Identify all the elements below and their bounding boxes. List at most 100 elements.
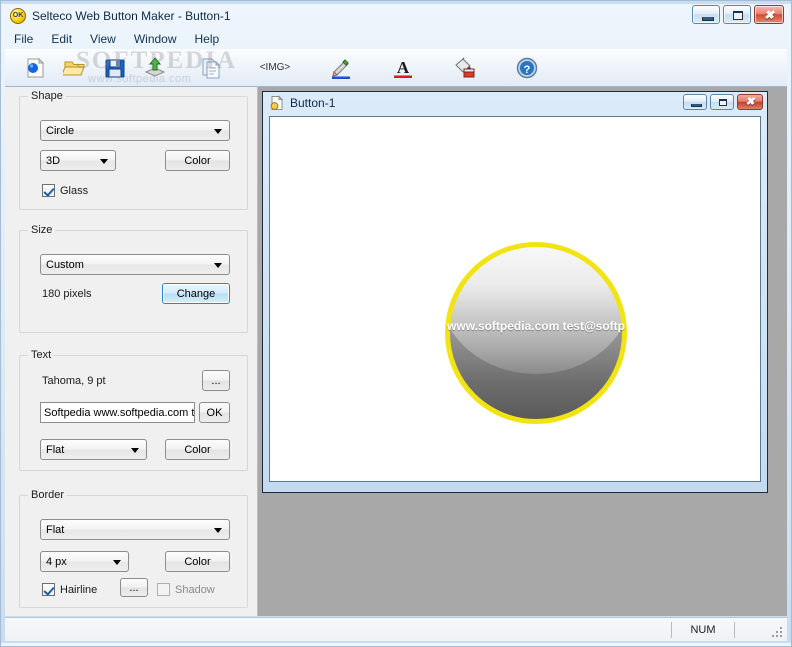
- shape-style-select[interactable]: 3D: [40, 150, 116, 171]
- chevron-down-icon: [113, 560, 121, 565]
- menu-bar: File Edit View Window Help: [5, 29, 787, 48]
- shape-style-value: 3D: [46, 154, 61, 167]
- text-font-button[interactable]: A: [383, 51, 423, 85]
- maximize-icon: [719, 99, 727, 106]
- text-style-select[interactable]: Flat: [40, 439, 147, 460]
- status-message: [5, 621, 671, 639]
- window-controls: ✖: [692, 5, 784, 24]
- size-preset-value: Custom: [46, 258, 84, 271]
- border-color-button[interactable]: Color: [165, 551, 230, 572]
- status-bar: NUM: [5, 617, 787, 641]
- mdi-maximize-button[interactable]: [710, 94, 734, 110]
- text-font-label: Tahoma, 9 pt: [42, 375, 106, 387]
- text-color-button[interactable]: Color: [165, 439, 230, 460]
- chevron-down-icon: [214, 129, 222, 134]
- open-button[interactable]: [55, 51, 95, 85]
- border-style-select[interactable]: Flat: [40, 519, 230, 540]
- resize-grip-icon[interactable]: [770, 625, 784, 639]
- text-style-value: Flat: [46, 443, 65, 456]
- border-browse-label: ...: [129, 581, 139, 594]
- size-group-legend: Size: [28, 224, 56, 236]
- border-group-legend: Border: [28, 489, 68, 501]
- shadow-checkbox[interactable]: Shadow: [157, 583, 215, 596]
- window-title: Selteco Web Button Maker - Button-1: [32, 8, 231, 23]
- close-icon: ✖: [745, 96, 755, 108]
- export-upload-icon: [144, 56, 166, 77]
- checkbox-unchecked-icon: [157, 583, 170, 596]
- shape-color-label: Color: [184, 154, 211, 167]
- border-browse-button[interactable]: ...: [120, 578, 148, 597]
- mdi-title-bar: Button-1 ✖: [264, 93, 766, 113]
- open-folder-icon: [63, 61, 85, 75]
- text-content-input[interactable]: Softpedia www.softpedia.com t: [40, 402, 195, 423]
- status-num-indicator: NUM: [690, 623, 716, 636]
- mdi-child-window: Button-1 ✖ www.softpedia.com test@softp: [262, 91, 768, 493]
- pencil-edit-icon: [332, 58, 350, 79]
- chevron-down-icon: [100, 159, 108, 164]
- hairline-checkbox[interactable]: Hairline: [42, 583, 97, 596]
- save-disk-icon: [105, 59, 125, 77]
- shape-group: Shape Circle 3D Color Glass: [19, 90, 248, 210]
- menu-window[interactable]: Window: [125, 30, 186, 48]
- text-group: Text Tahoma, 9 pt ... Softpedia www.soft…: [19, 349, 248, 471]
- button-preview-clip: www.softpedia.com test@softp: [445, 242, 627, 424]
- glass-highlight: [450, 247, 622, 375]
- svg-text:A: A: [397, 58, 410, 77]
- ok-button-icon: [10, 7, 26, 24]
- mdi-window-controls: ✖: [683, 94, 763, 110]
- maximize-button[interactable]: [723, 5, 751, 24]
- size-group: Size Custom 180 pixels Change: [19, 224, 248, 333]
- menu-edit[interactable]: Edit: [42, 30, 81, 48]
- glass-label: Glass: [60, 184, 89, 197]
- border-group: Border Flat 4 px Color Hairline ... Shad…: [19, 489, 248, 608]
- text-font-browse-label: ...: [211, 374, 221, 387]
- chevron-down-icon: [214, 263, 222, 268]
- shape-color-button[interactable]: Color: [165, 150, 230, 171]
- shape-select[interactable]: Circle: [40, 120, 230, 141]
- size-pixels-label: 180 pixels: [42, 288, 92, 300]
- page-copy-icon: [202, 58, 221, 78]
- export-button[interactable]: [135, 51, 175, 85]
- close-button[interactable]: ✖: [754, 5, 784, 24]
- mdi-close-button[interactable]: ✖: [737, 94, 763, 110]
- text-ok-button[interactable]: OK: [199, 402, 230, 423]
- img-tag-label: <IMG>: [259, 62, 291, 73]
- text-font-browse-button[interactable]: ...: [202, 370, 230, 391]
- menu-help[interactable]: Help: [186, 30, 229, 48]
- svg-text:?: ?: [524, 64, 531, 76]
- text-font-icon: A: [394, 58, 412, 78]
- menu-file[interactable]: File: [5, 30, 42, 48]
- size-change-label: Change: [176, 287, 216, 300]
- rendered-button[interactable]: [445, 242, 627, 424]
- save-button[interactable]: [95, 51, 135, 85]
- menu-view[interactable]: View: [81, 30, 125, 48]
- checkbox-checked-icon: [42, 184, 55, 197]
- button-preview-canvas[interactable]: www.softpedia.com test@softp: [269, 116, 761, 482]
- img-tag-button[interactable]: <IMG>: [247, 51, 303, 85]
- page-copy-button[interactable]: [191, 51, 231, 85]
- rendered-button-text: www.softpedia.com test@softp: [447, 319, 625, 333]
- shape-group-legend: Shape: [28, 90, 66, 102]
- size-change-button[interactable]: Change: [162, 283, 230, 304]
- mdi-minimize-button[interactable]: [683, 94, 707, 110]
- pencil-edit-button[interactable]: [321, 51, 361, 85]
- new-button[interactable]: [15, 51, 55, 85]
- minimize-icon: [691, 104, 702, 107]
- application-window: Selteco Web Button Maker - Button-1 ✖ Fi…: [0, 0, 792, 647]
- minimize-button[interactable]: [692, 5, 720, 24]
- minimize-icon: [702, 17, 714, 21]
- text-group-legend: Text: [28, 349, 55, 361]
- text-content-value: Softpedia www.softpedia.com t: [44, 406, 195, 419]
- chevron-down-icon: [131, 448, 139, 453]
- size-preset-select[interactable]: Custom: [40, 254, 230, 275]
- mdi-child-title: Button-1: [290, 96, 336, 110]
- chevron-down-icon: [214, 528, 222, 533]
- help-button[interactable]: ?: [507, 51, 547, 85]
- border-color-label: Color: [184, 555, 211, 568]
- glass-checkbox[interactable]: Glass: [42, 184, 88, 197]
- border-width-select[interactable]: 4 px: [40, 551, 129, 572]
- maximize-icon: [733, 11, 743, 20]
- paint-bucket-button[interactable]: [445, 51, 485, 85]
- toolbar: <IMG> A ?: [5, 49, 787, 87]
- border-style-value: Flat: [46, 523, 65, 536]
